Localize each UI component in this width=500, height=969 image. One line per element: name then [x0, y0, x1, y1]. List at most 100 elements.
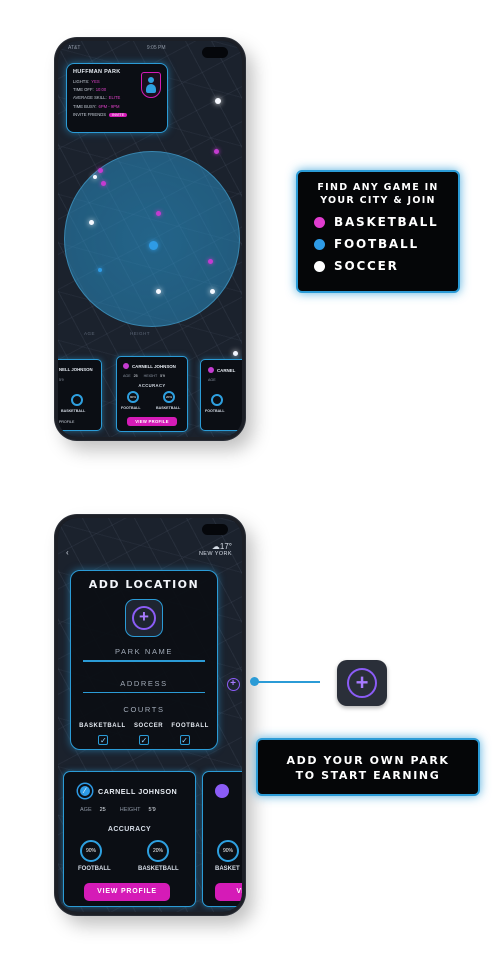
player-name: CARNELL JOHNSON — [98, 786, 178, 796]
player-name: CARNEL — [217, 367, 236, 373]
address-field[interactable]: ADDRESS — [71, 679, 217, 688]
player-name: NELL JOHNSON — [59, 367, 93, 372]
soccer-checkbox[interactable]: ✓ — [138, 735, 149, 745]
basketball-dot-icon — [314, 216, 325, 228]
soccer-game-marker[interactable] — [210, 289, 215, 294]
map-label-height: HEIGHT — [130, 331, 151, 336]
city-name: NEW YORK — [198, 551, 232, 557]
add-park-button-zoomed: + — [337, 660, 387, 706]
game-legend-panel: FIND ANY GAME IN YOUR CITY & JOIN BASKET… — [296, 170, 460, 293]
soccer-dot-icon — [314, 260, 325, 272]
player-stats: AGE 25 HEIGHT 5'9 — [80, 807, 156, 813]
player-name: CARNELL JOHNSON — [132, 363, 176, 369]
football-label: FOOTBALL — [205, 409, 225, 413]
search-radius-circle — [64, 151, 240, 327]
accuracy-ring: 90% — [217, 840, 239, 862]
camera-cutout — [202, 47, 228, 58]
court-checkbox-row: ✓ ✓ ✓ — [71, 735, 217, 745]
park-row-busy: TIME BUSY: 6PM - 9PM — [73, 103, 120, 109]
accuracy-ring — [211, 394, 223, 406]
sport-label: BASKETBALL — [61, 409, 86, 413]
cloud-icon: ☁ — [211, 542, 220, 551]
football-icon — [123, 363, 129, 369]
player-card-left[interactable]: NELL JOHNSON 5'9 BASKETBALL PROFILE — [58, 359, 102, 431]
basketball-game-marker[interactable] — [208, 259, 213, 264]
soccer-game-marker[interactable] — [89, 220, 94, 225]
player-age: AGE — [208, 378, 216, 382]
legend-item-football: FOOTBALL — [310, 237, 446, 251]
basketball-checkbox[interactable]: ✓ — [98, 735, 109, 745]
basketball-icon — [215, 784, 229, 798]
basketball-game-marker[interactable] — [101, 181, 106, 186]
view-profile-link[interactable]: PROFILE — [59, 420, 74, 424]
camera-cutout — [202, 524, 228, 535]
legend-item-soccer: SOCCER — [310, 259, 446, 273]
view-profile-button[interactable]: VIEW PROFILE — [84, 883, 170, 901]
back-arrow-icon[interactable]: ‹ — [66, 548, 69, 557]
soccer-game-marker[interactable] — [233, 351, 238, 356]
add-location-card: ADD LOCATION + PARK NAME ADDRESS COURTS … — [70, 570, 218, 750]
football-label: FOOTBALL — [121, 406, 141, 410]
football-dot-icon — [314, 238, 325, 250]
add-location-title: ADD LOCATION — [88, 578, 200, 591]
football-label: FOOTBALL — [78, 866, 111, 872]
weather-widget: ☁17° NEW YORK — [199, 542, 232, 557]
soccer-game-marker[interactable] — [215, 98, 221, 104]
court-basketball-label: BASKETBALL — [79, 723, 126, 729]
player-height: 5'9 — [59, 378, 64, 382]
park-info-card[interactable]: HUFFMAN PARK LIGHTS: YES TIME OFF: 10:00 A… — [66, 63, 168, 133]
earn-callout-panel: ADD YOUR OWN PARK TO START EARNING — [256, 738, 480, 796]
view-profile-button[interactable]: VI — [215, 883, 242, 901]
football-icon — [208, 367, 214, 373]
courts-label: COURTS — [123, 705, 165, 714]
plus-icon: + — [347, 668, 377, 698]
legend-title-line1: FIND ANY GAME IN — [317, 182, 439, 193]
phone-map-screen: AT&T 9:05 PM HUFFMAN PARK LIGHTS: YES TIM… — [55, 38, 245, 440]
player-card-center[interactable]: CARNELL JOHNSON AGE 25 HEIGHT 5'9 ACCURACY … — [116, 356, 188, 432]
football-game-marker[interactable] — [149, 241, 158, 250]
basketball-game-marker[interactable] — [214, 149, 219, 154]
carrier-label: AT&T — [68, 45, 81, 51]
view-profile-button[interactable]: VIEW PROFILE — [127, 417, 177, 426]
invite-button[interactable]: INVITE — [109, 112, 128, 117]
plus-icon: + — [132, 606, 156, 630]
park-name-underline — [83, 660, 205, 662]
accuracy-label: ACCURACY — [138, 383, 166, 388]
soccer-game-marker[interactable] — [156, 289, 161, 294]
football-game-marker[interactable] — [98, 268, 102, 272]
map-label-age: AGE — [84, 331, 96, 336]
address-underline — [83, 691, 205, 693]
basketball-accuracy-ring: 20% — [163, 391, 175, 403]
add-park-button[interactable]: + — [224, 675, 242, 693]
court-types-row: BASKETBALL SOCCER FOOTBALL — [71, 723, 217, 729]
player-card-center[interactable]: ∕ CARNELL JOHNSON AGE 25 HEIGHT 5'9 ACCURAC… — [63, 771, 196, 907]
park-row-invite: INVITE FRIENDS INVITE — [73, 112, 161, 117]
add-photo-button[interactable]: + — [125, 599, 163, 637]
legend-title-line2: YOUR CITY & JOIN — [320, 195, 436, 206]
court-football-label: FOOTBALL — [171, 723, 209, 729]
court-soccer-label: SOCCER — [133, 723, 164, 729]
plus-icon: + — [226, 677, 240, 691]
football-accuracy-ring: 90% — [80, 840, 102, 862]
basketball-accuracy-ring: 20% — [147, 840, 169, 862]
basketball-label: BASKETBALL — [138, 866, 179, 872]
basketball-game-marker[interactable] — [98, 168, 103, 173]
clock-label: 9:05 PM — [146, 45, 166, 51]
football-icon: ∕ — [78, 784, 92, 798]
basketball-label: BASKET — [215, 866, 240, 872]
player-stats: AGE 25 HEIGHT 5'9 — [123, 374, 165, 378]
player-card-right[interactable]: CARNEL AGE FOOTBALL — [200, 359, 242, 431]
park-name-field[interactable]: PARK NAME — [71, 647, 217, 656]
phone-add-location-screen: ‹ ☁17° NEW YORK ADD LOCATION + PARK NAME… — [55, 515, 245, 915]
temperature: ☁17° — [211, 542, 232, 551]
legend-item-basketball: BASKETBALL — [310, 215, 446, 229]
earn-line1: ADD YOUR OWN PARK — [286, 754, 450, 767]
earn-line2: TO START EARNING — [295, 769, 441, 782]
soccer-game-marker[interactable] — [93, 175, 97, 179]
basketball-game-marker[interactable] — [156, 211, 161, 216]
accuracy-ring — [71, 394, 83, 406]
basketball-label: BASKETBALL — [156, 406, 181, 410]
accuracy-label: ACCURACY — [107, 826, 152, 833]
football-checkbox[interactable]: ✓ — [179, 735, 190, 745]
player-card-right[interactable]: 90% BASKET VI — [202, 771, 242, 907]
